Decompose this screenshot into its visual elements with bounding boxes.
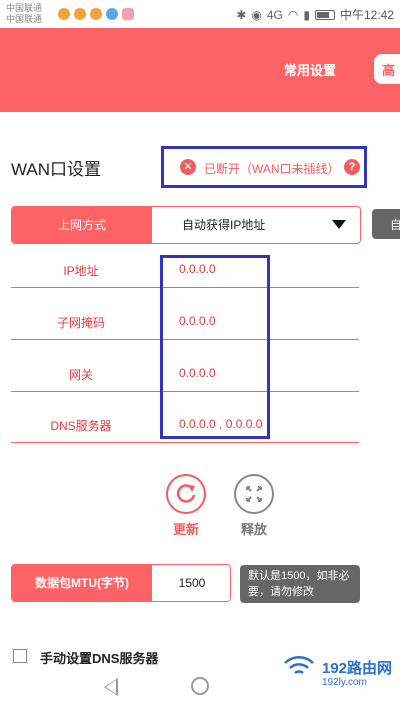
status-time: 中午12:42 <box>339 8 394 22</box>
refresh-label[interactable]: 更新 <box>166 519 206 538</box>
mtu-input[interactable] <box>153 565 230 601</box>
app-icon <box>122 8 134 20</box>
carrier-label-1: 中国联通 <box>6 3 43 13</box>
refresh-button[interactable] <box>166 474 206 514</box>
wifi-logo-icon <box>284 656 314 675</box>
weibo-icon <box>74 8 86 20</box>
tab-common-settings[interactable]: 常用设置 <box>284 60 336 79</box>
side-panel-button[interactable]: 自 <box>372 209 400 239</box>
connection-type-value[interactable]: 自动获得IP地址 <box>182 207 265 243</box>
watermark: 192路由网 192ly.com <box>282 655 398 695</box>
mtu-field: 数据包MTU(字节) <box>11 564 231 602</box>
row-divider <box>11 442 359 443</box>
dns-label: DNS服务器 <box>50 419 112 433</box>
wan-status-text: 已断开（WAN口未插线） <box>204 162 340 176</box>
release-button[interactable] <box>234 474 274 514</box>
watermark-brand: 192路由网 <box>322 660 393 677</box>
notification-icons <box>58 8 134 20</box>
carrier-label-2: 中国联通 <box>6 14 43 24</box>
weibo-icon <box>58 8 70 20</box>
tab-advanced-settings[interactable]: 高 <box>374 54 400 84</box>
wifi-icon: ◠ <box>287 7 299 22</box>
manual-dns-checkbox[interactable] <box>13 649 27 663</box>
signal-4g-icon: 4G <box>266 7 283 22</box>
weibo-icon <box>90 8 102 20</box>
telegram-icon <box>106 8 118 20</box>
error-icon: ✕ <box>180 159 196 175</box>
wan-status-highlight: ✕ 已断开（WAN口未插线） ? <box>161 146 367 188</box>
page-title: WAN口设置 <box>11 160 102 179</box>
mtu-hint: 默认是1500，如非必要，请勿修改 <box>240 565 360 603</box>
status-right: ✱ ◉ 4G ◠ ▮ 中午12:42 <box>236 6 394 23</box>
subnet-label: 子网掩码 <box>56 316 105 330</box>
gateway-label: 网关 <box>68 368 93 382</box>
battery-icon <box>314 9 335 20</box>
help-icon[interactable]: ? <box>344 159 360 175</box>
back-icon[interactable] <box>104 678 118 696</box>
release-icon <box>246 486 262 502</box>
status-bar: 中国联通 中国联通 ✱ ◉ 4G ◠ ▮ 中午12:42 <box>0 0 400 28</box>
release-label[interactable]: 释放 <box>234 519 274 538</box>
watermark-url: 192ly.com <box>322 677 367 688</box>
connection-type-select[interactable]: 上网方式 自动获得IP地址 <box>11 206 361 244</box>
refresh-icon <box>176 484 196 503</box>
eye-icon: ◉ <box>251 7 262 22</box>
app-header: 常用设置 高 <box>0 28 400 112</box>
mtu-label: 数据包MTU(字节) <box>12 565 152 601</box>
values-highlight <box>160 255 270 439</box>
home-icon[interactable] <box>191 677 209 695</box>
bluetooth-icon: ✱ <box>236 7 247 22</box>
signal-icon: ▮ <box>303 7 310 22</box>
ip-label: IP地址 <box>63 264 99 278</box>
connection-type-label: 上网方式 <box>12 207 152 243</box>
dropdown-arrow-icon[interactable] <box>332 220 346 229</box>
